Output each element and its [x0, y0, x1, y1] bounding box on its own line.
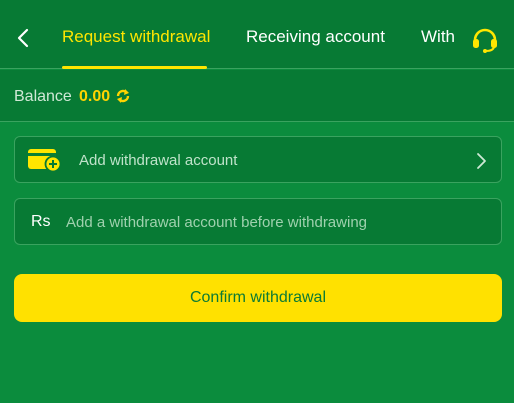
chevron-left-icon: [17, 28, 29, 48]
balance-row: Balance 0.00: [0, 70, 514, 122]
withdrawal-amount-field: Rs: [14, 198, 502, 245]
back-button[interactable]: [10, 23, 36, 53]
withdrawal-amount-input[interactable]: [66, 207, 486, 237]
add-withdrawal-account-row[interactable]: Add withdrawal account: [14, 136, 502, 183]
balance-label: Balance: [14, 88, 72, 105]
balance-value: 0.00: [79, 88, 111, 105]
wallet-add-icon: [28, 149, 62, 172]
customer-support-button[interactable]: [467, 22, 503, 56]
headset-icon: [473, 28, 497, 53]
chevron-right-icon: [477, 153, 486, 169]
active-tab-indicator: [62, 66, 207, 69]
tab-request-withdrawal[interactable]: Request withdrawal: [62, 27, 210, 47]
add-withdrawal-account-label: Add withdrawal account: [79, 152, 238, 169]
currency-label: Rs: [31, 213, 51, 230]
header: Request withdrawal Receiving account Wit…: [0, 0, 514, 69]
refresh-icon: [116, 89, 130, 103]
refresh-balance-button[interactable]: [114, 86, 132, 106]
confirm-withdrawal-button[interactable]: Confirm withdrawal: [14, 274, 502, 322]
tab-withdrawal-record[interactable]: With: [421, 27, 455, 47]
withdrawal-page: Request withdrawal Receiving account Wit…: [0, 0, 514, 403]
tab-receiving-account[interactable]: Receiving account: [246, 27, 385, 47]
